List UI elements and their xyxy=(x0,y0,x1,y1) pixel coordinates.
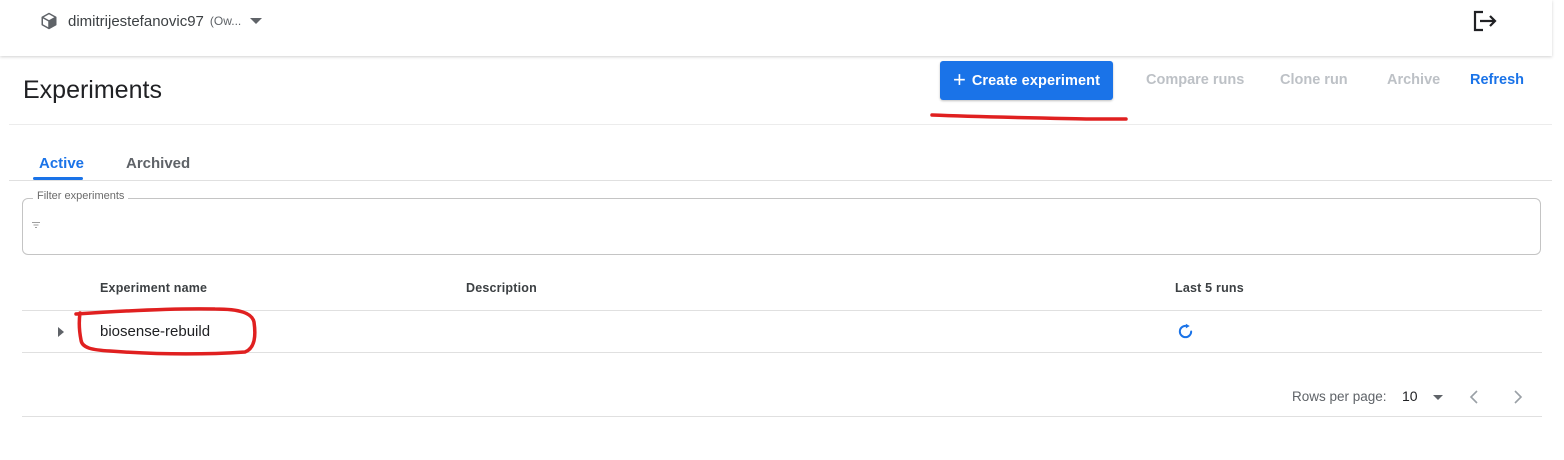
namespace-name: dimitrijestefanovic97 xyxy=(68,12,204,30)
logout-icon[interactable] xyxy=(1472,9,1498,33)
compare-runs-button[interactable]: Compare runs xyxy=(1146,72,1244,88)
create-experiment-label: Create experiment xyxy=(971,72,1101,89)
refresh-icon[interactable] xyxy=(1177,323,1194,340)
namespace-role: (Ow... xyxy=(209,14,242,28)
table-row-divider xyxy=(22,352,1542,353)
header-divider xyxy=(9,124,1552,125)
experiment-name-link[interactable]: biosense-rebuild xyxy=(100,323,210,340)
table-header-divider xyxy=(22,310,1542,311)
top-bar: dimitrijestefanovic97 (Ow... xyxy=(0,0,1552,56)
chevron-left-icon[interactable] xyxy=(1468,389,1480,405)
chevron-down-icon xyxy=(250,18,263,24)
clone-run-button[interactable]: Clone run xyxy=(1280,72,1348,88)
pagination-divider xyxy=(22,416,1542,417)
filter-experiments-input[interactable] xyxy=(22,198,1541,255)
create-experiment-button[interactable]: + Create experiment xyxy=(940,61,1113,100)
column-header-experiment-name[interactable]: Experiment name xyxy=(100,281,207,295)
column-header-description: Description xyxy=(466,281,537,295)
archive-button[interactable]: Archive xyxy=(1387,72,1440,88)
tabs-divider xyxy=(9,180,1552,181)
column-header-last-5-runs: Last 5 runs xyxy=(1175,281,1244,295)
chevron-right-icon[interactable] xyxy=(1512,389,1524,405)
plus-icon: + xyxy=(952,66,966,92)
filter-icon xyxy=(32,222,40,228)
rows-per-page-label: Rows per page: xyxy=(1292,389,1387,404)
cube-icon xyxy=(41,12,57,30)
tab-archived[interactable]: Archived xyxy=(126,155,190,172)
rows-per-page-select[interactable]: 10 xyxy=(1402,388,1418,404)
refresh-button[interactable]: Refresh xyxy=(1470,72,1524,88)
filter-experiments-label: Filter experiments xyxy=(33,190,129,202)
tab-active[interactable]: Active xyxy=(39,155,84,172)
namespace-selector[interactable]: dimitrijestefanovic97 (Ow... xyxy=(40,10,263,32)
annotation-underline xyxy=(930,113,1128,121)
chevron-down-icon[interactable] xyxy=(1433,395,1443,400)
expand-arrow-icon[interactable] xyxy=(58,327,64,337)
page-title: Experiments xyxy=(23,76,162,104)
